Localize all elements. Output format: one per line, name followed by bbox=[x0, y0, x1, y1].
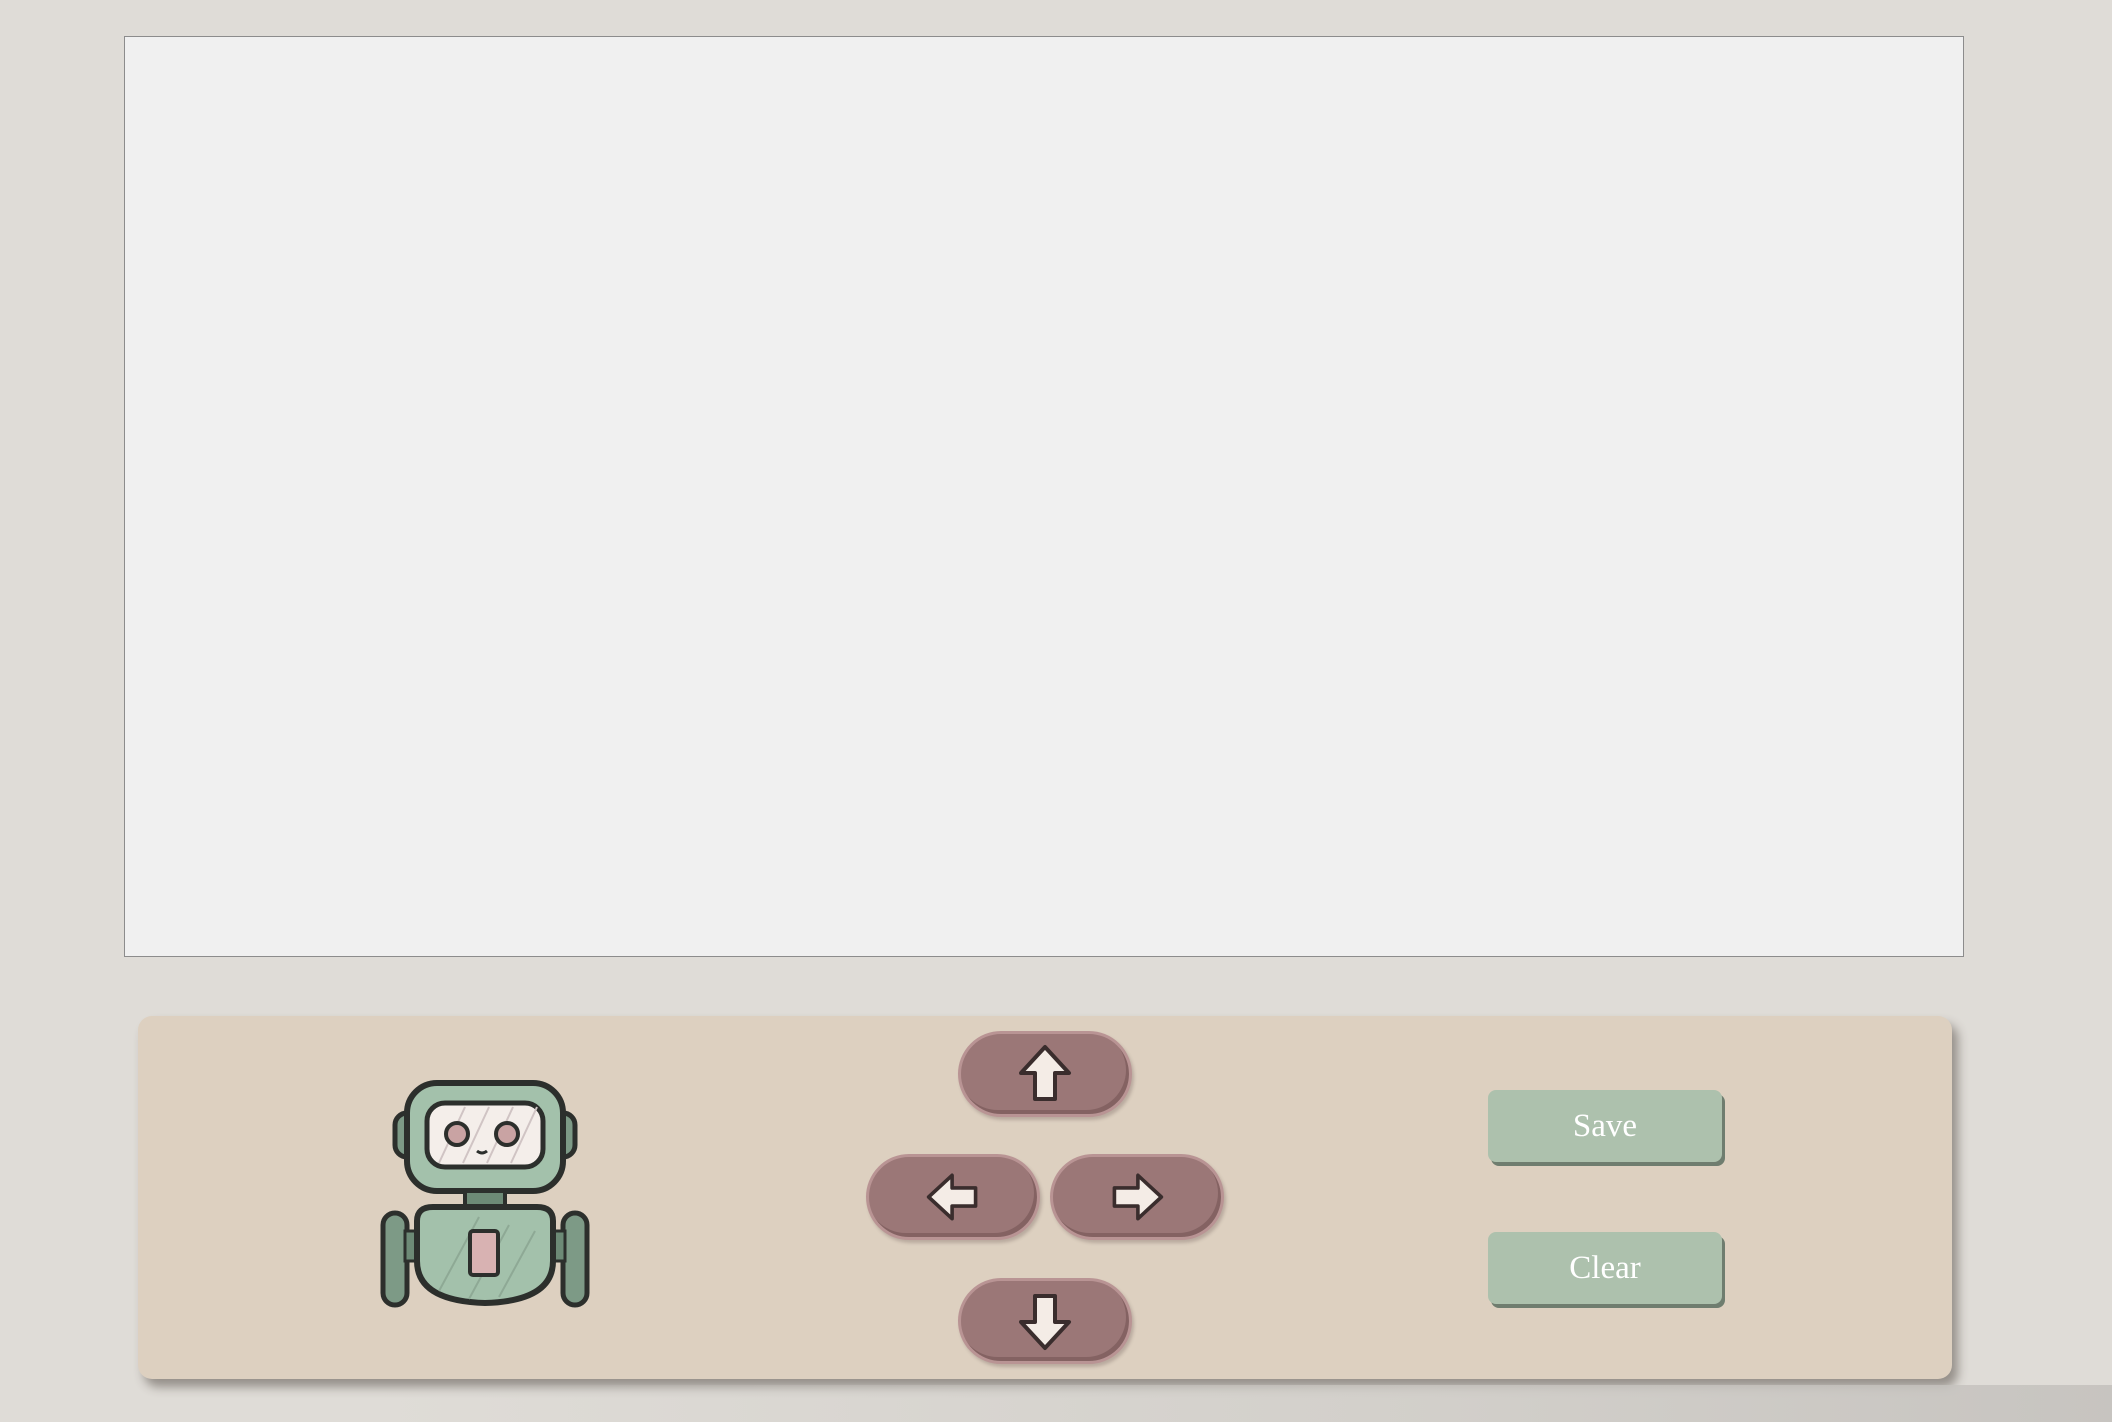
clear-button[interactable]: Clear bbox=[1488, 1232, 1722, 1304]
arrow-left-icon bbox=[925, 1166, 981, 1228]
save-button[interactable]: Save bbox=[1488, 1090, 1722, 1162]
arrow-down-icon bbox=[1017, 1290, 1073, 1352]
move-right-button[interactable] bbox=[1050, 1154, 1224, 1240]
drawing-canvas[interactable] bbox=[124, 36, 1964, 957]
move-left-button[interactable] bbox=[866, 1154, 1040, 1240]
arrow-up-icon bbox=[1017, 1043, 1073, 1105]
move-up-button[interactable] bbox=[958, 1031, 1132, 1117]
robot-icon bbox=[379, 1071, 631, 1326]
background-shading bbox=[380, 1385, 2112, 1422]
arrow-right-icon bbox=[1109, 1166, 1165, 1228]
move-down-button[interactable] bbox=[958, 1278, 1132, 1364]
control-panel: Save Clear bbox=[138, 1016, 1952, 1379]
